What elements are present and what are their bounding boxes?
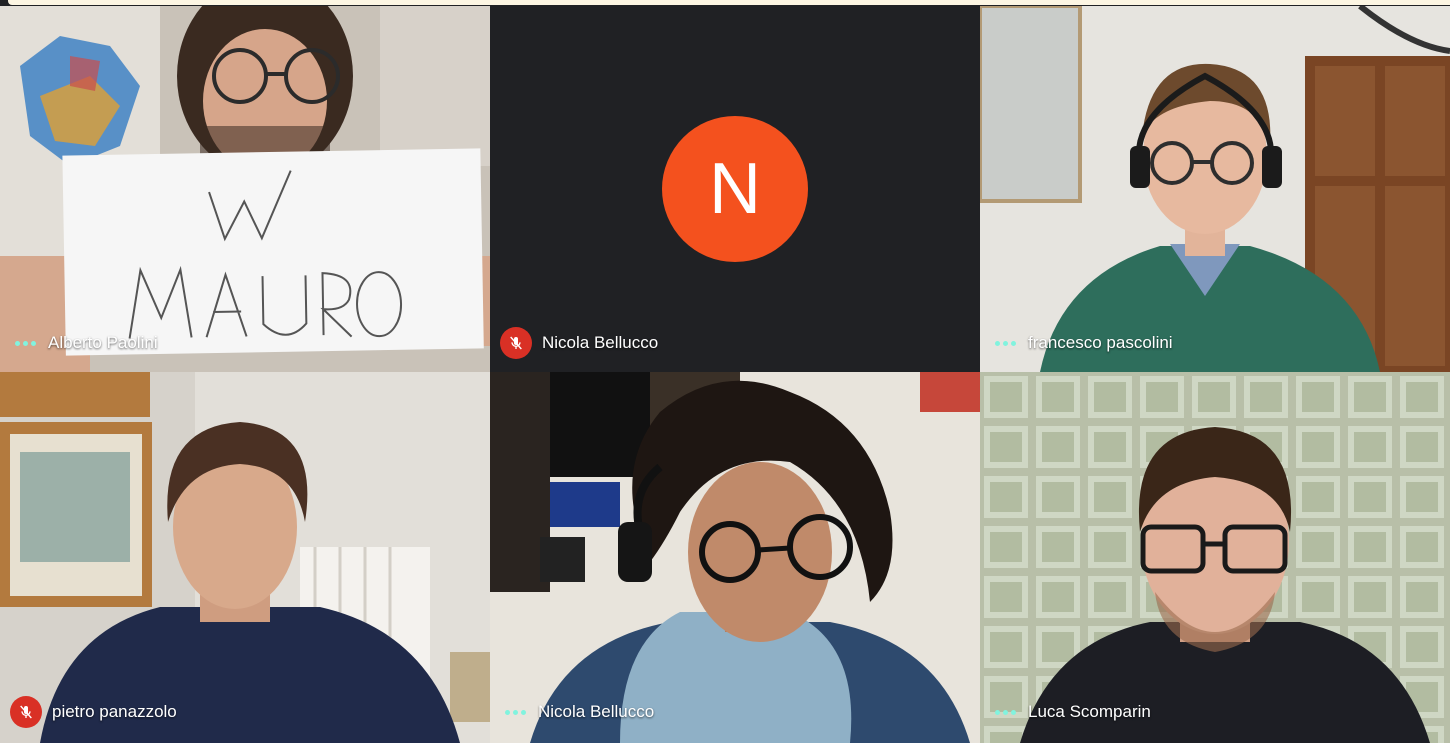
participant-tile[interactable]: Nicola Bellucco <box>490 372 980 743</box>
avatar: N <box>662 116 808 262</box>
video-feed <box>490 372 980 743</box>
video-feed <box>980 372 1450 743</box>
video-feed <box>0 372 490 743</box>
participant-name: francesco pascolini <box>1028 333 1173 352</box>
video-feed <box>980 6 1450 372</box>
participant-name-row: francesco pascolini <box>990 326 1173 360</box>
participant-name: Nicola Bellucco <box>538 702 655 721</box>
participant-name: Luca Scomparin <box>1028 702 1151 721</box>
notification-strip <box>8 0 1450 5</box>
participant-name-row: Luca Scomparin <box>990 695 1151 729</box>
participant-tile[interactable]: francesco pascolini <box>980 6 1450 372</box>
audio-level-icon <box>10 326 40 360</box>
participant-tile[interactable]: N Nicola Bellucco <box>490 6 980 372</box>
video-grid: Alberto Paolini N Nicola Bellucco france… <box>0 6 1450 743</box>
audio-level-icon <box>990 695 1020 729</box>
participant-name-row: Alberto Paolini <box>10 326 158 360</box>
participant-name: Alberto Paolini <box>48 333 158 352</box>
audio-level-icon <box>500 695 530 729</box>
video-feed <box>0 6 490 372</box>
participant-name-row: Nicola Bellucco <box>500 326 658 360</box>
mic-off-icon <box>500 327 532 359</box>
participant-tile[interactable]: pietro panazzolo <box>0 372 490 743</box>
audio-level-icon <box>990 326 1020 360</box>
participant-name: pietro panazzolo <box>52 702 177 721</box>
participant-tile[interactable]: Luca Scomparin <box>980 372 1450 743</box>
participant-name: Nicola Bellucco <box>542 333 659 352</box>
participant-tile[interactable]: Alberto Paolini <box>0 6 490 372</box>
mic-off-icon <box>10 696 42 728</box>
participant-name-row: Nicola Bellucco <box>500 695 654 729</box>
participant-name-row: pietro panazzolo <box>10 695 177 729</box>
